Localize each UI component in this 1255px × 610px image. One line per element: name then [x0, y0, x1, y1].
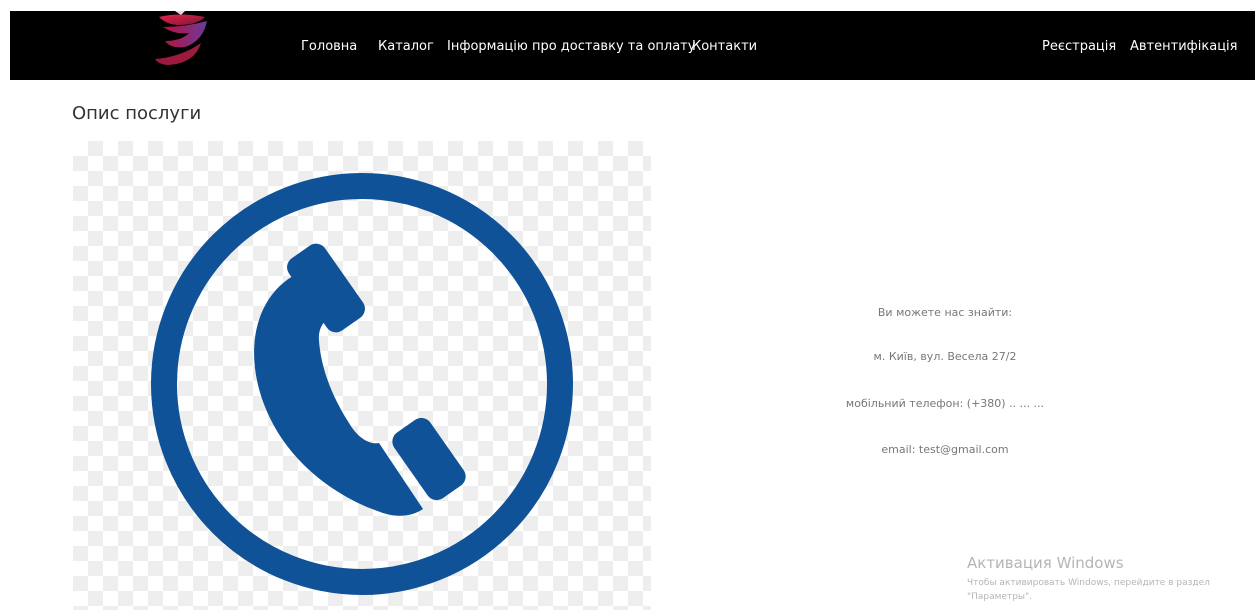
nav-link-catalog[interactable]: Каталог — [378, 39, 434, 55]
nav-link-home[interactable]: Головна — [301, 39, 357, 55]
logo-icon[interactable] — [145, 11, 231, 67]
contact-image — [73, 141, 651, 610]
contact-intro: Ви можете нас знайти: — [877, 306, 1013, 319]
nav-link-register[interactable]: Реєстрація — [1042, 39, 1116, 55]
windows-activation-text-2: "Параметры". — [967, 592, 1033, 602]
nav-link-login[interactable]: Автентифікація — [1130, 39, 1237, 55]
contact-email: email: test@gmail.com — [881, 443, 1009, 456]
page: Головна Каталог Інформацію про доставку … — [0, 0, 1255, 610]
contact-address: м. Київ, вул. Весела 27/2 — [873, 350, 1017, 363]
contact-phone: мобільний телефон: (+380) .. ... ... — [845, 397, 1045, 410]
windows-activation-text: Чтобы активировать Windows, перейдите в … — [967, 578, 1210, 588]
top-navbar: Головна Каталог Інформацію про доставку … — [10, 11, 1255, 80]
windows-activation-title: Активация Windows — [967, 554, 1124, 572]
phone-handset-circle-icon — [151, 173, 573, 595]
nav-link-contacts[interactable]: Контакти — [692, 39, 757, 55]
nav-link-delivery-info[interactable]: Інформацію про доставку та оплату — [447, 39, 695, 55]
page-title: Опис послуги — [72, 103, 202, 124]
